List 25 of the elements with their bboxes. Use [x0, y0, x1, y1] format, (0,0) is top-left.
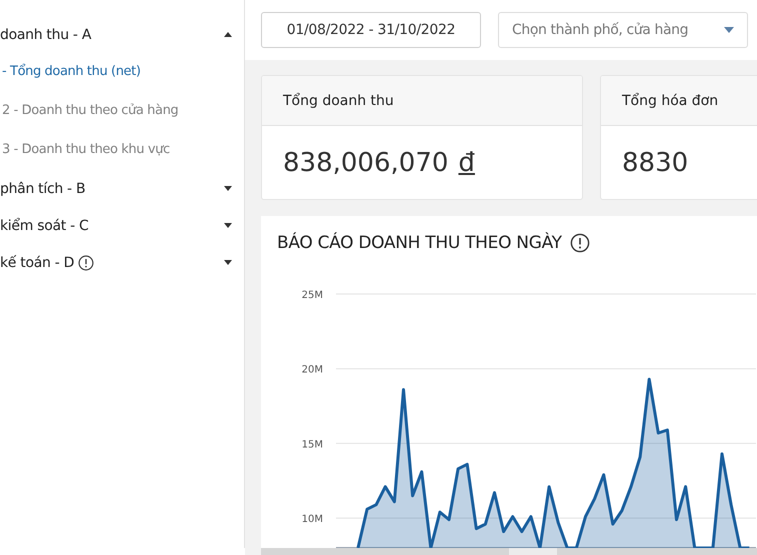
axis-tick-label: 15M: [302, 439, 323, 450]
currency-unit: đ: [458, 148, 475, 178]
stat-title: Tổng hóa đơn: [622, 92, 718, 108]
menu-item[interactable]: 3 - Doanh thu theo khu vực: [2, 137, 244, 163]
caret-down-icon: [224, 223, 232, 228]
chart-title: BÁO CÁO DOANH THU THEO NGÀY: [277, 233, 562, 253]
menu-group[interactable]: doanh thu - A: [0, 22, 244, 47]
axis-tick-label: 10M: [302, 514, 323, 526]
axis-tick-label: 25M: [302, 290, 323, 301]
caret-down-icon: [224, 186, 232, 191]
store-select[interactable]: Chọn thành phố, cửa hàng: [498, 12, 748, 48]
stat-title: Tổng doanh thu: [283, 92, 394, 108]
axis-tick-label: 20M: [302, 364, 323, 376]
stat-value: 8830: [622, 148, 688, 178]
info-icon: [78, 254, 94, 270]
menu-group[interactable]: kế toán - D: [0, 250, 244, 275]
caret-down-icon: [224, 260, 232, 265]
menu-item[interactable]: 2 - Doanh thu theo cửa hàng: [2, 98, 244, 124]
menu-group[interactable]: phân tích - B: [0, 176, 244, 201]
date-range-field[interactable]: 01/08/2022 - 31/10/2022: [261, 12, 481, 48]
caret-up-icon: [224, 32, 232, 37]
menu-item[interactable]: - Tổng doanh thu (net): [2, 59, 244, 85]
stat-value: 838,006,070: [283, 148, 448, 178]
menu-group[interactable]: kiểm soát - C: [0, 213, 244, 238]
caret-down-icon: [724, 27, 734, 33]
